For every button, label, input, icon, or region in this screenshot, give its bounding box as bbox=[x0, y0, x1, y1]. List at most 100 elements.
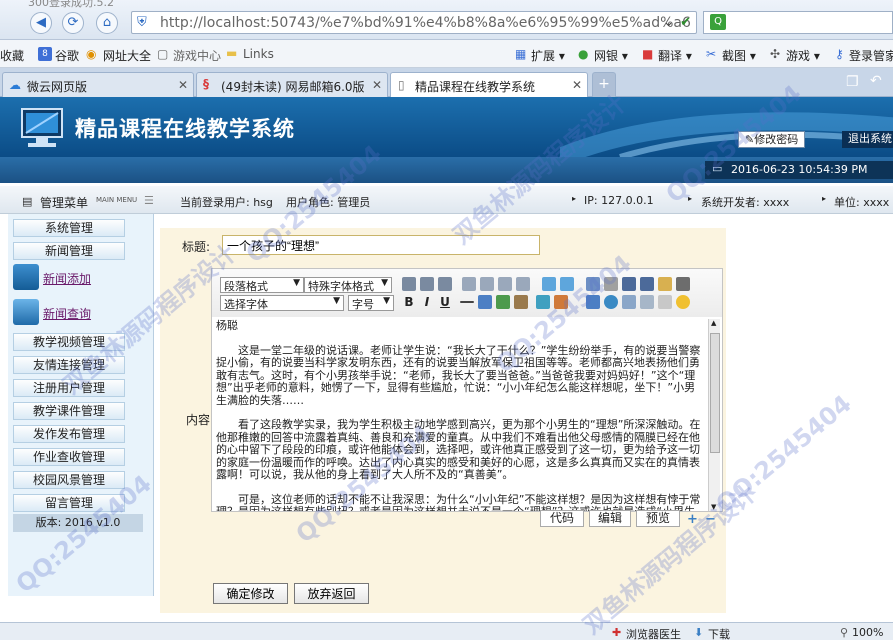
font-select[interactable]: 选择字体 ▼ bbox=[220, 295, 344, 311]
bullet-list-icon[interactable] bbox=[480, 277, 494, 291]
collapse-icon[interactable]: − bbox=[705, 512, 716, 527]
sidebar-item-system[interactable]: 系统管理 bbox=[13, 219, 125, 237]
sidebar-item-scenery[interactable]: 校园风景管理 bbox=[13, 471, 125, 489]
special-char-icon[interactable] bbox=[586, 295, 600, 309]
sidebar-item-links[interactable]: 友情连接管理 bbox=[13, 356, 125, 374]
favorites-item[interactable]: ◉ 网址大全 bbox=[86, 47, 151, 64]
link-icon[interactable] bbox=[478, 295, 492, 309]
editor-content[interactable]: 杨聪 这是一堂二年级的说话课。老师让学生说：“我长大了干什么？”学生纷纷举手，有… bbox=[212, 319, 706, 511]
scissors-icon: ✂ bbox=[706, 47, 717, 61]
emoticon-icon[interactable] bbox=[676, 295, 690, 309]
extensions-menu[interactable]: ▦ 扩展 ▾ bbox=[515, 47, 565, 64]
special-format-select[interactable]: 特殊字体格式 ▼ bbox=[304, 277, 392, 293]
title-input[interactable] bbox=[222, 235, 540, 255]
translate-menu[interactable]: ■ 翻译 ▾ bbox=[642, 47, 692, 64]
sidebar-item-messages[interactable]: 留言管理 bbox=[13, 494, 125, 512]
table-icon[interactable] bbox=[554, 295, 568, 309]
template-icon[interactable] bbox=[622, 295, 636, 309]
bank-menu[interactable]: ● 网银 ▾ bbox=[578, 47, 628, 64]
align-right-icon[interactable] bbox=[438, 277, 452, 291]
menu-sublabel: MAIN MENU bbox=[96, 196, 138, 204]
address-bar[interactable]: ⛨ http://localhost:50743/%e7%bd%91%e4%b8… bbox=[131, 11, 697, 34]
paragraph-format-select[interactable]: 段落格式 ▼ bbox=[220, 277, 304, 293]
italic-icon[interactable]: I bbox=[420, 295, 434, 309]
code-mode-button[interactable]: 代码 bbox=[540, 510, 584, 527]
change-password-button[interactable]: ✎修改密码 bbox=[738, 131, 806, 148]
edit-mode-button[interactable]: 编辑 bbox=[589, 510, 631, 527]
date-icon[interactable] bbox=[640, 295, 654, 309]
numbered-list-icon[interactable] bbox=[462, 277, 476, 291]
bold-icon[interactable]: B bbox=[402, 295, 416, 309]
align-center-icon[interactable] bbox=[420, 277, 434, 291]
login-manager[interactable]: ⚷ 登录管家 bbox=[835, 47, 893, 64]
paste-icon[interactable] bbox=[658, 277, 672, 291]
tab-course-system[interactable]: ▯ 精品课程在线教学系统 ✕ bbox=[390, 72, 588, 97]
sidebar-item-homework[interactable]: 作业查收管理 bbox=[13, 448, 125, 466]
indent-icon[interactable] bbox=[498, 277, 512, 291]
close-tab-icon[interactable]: ✕ bbox=[178, 78, 188, 92]
sidebar-item-users[interactable]: 注册用户管理 bbox=[13, 379, 125, 397]
sidebar-item-assignments[interactable]: 发作发布管理 bbox=[13, 425, 125, 443]
restore-icon[interactable]: ❐ bbox=[846, 74, 859, 90]
sidebar: 系统管理 新闻管理 新闻添加 新闻查询 教学视频管理 友情连接管理 注册用户管理… bbox=[8, 214, 154, 596]
info-bar: ▤ 管理菜单 MAIN MENU ☰ 当前登录用户: hsg 用户角色: 管理员… bbox=[0, 186, 893, 214]
sidebar-item-video[interactable]: 教学视频管理 bbox=[13, 333, 125, 351]
copy-icon[interactable] bbox=[640, 277, 654, 291]
arrow-icon: ▸ bbox=[572, 194, 577, 203]
favorites-item[interactable]: ▬ Links bbox=[226, 46, 274, 61]
home-icon[interactable]: ⌂ bbox=[96, 12, 118, 34]
tab-mail[interactable]: § (49封未读) 网易邮箱6.0版 ✕ bbox=[196, 72, 388, 97]
menu-icon: ▤ bbox=[22, 195, 33, 208]
search-input[interactable]: Q bbox=[703, 11, 893, 34]
back-icon[interactable]: ◀ bbox=[30, 12, 52, 34]
preview-mode-button[interactable]: 预览 bbox=[636, 510, 680, 527]
logout-button[interactable]: 退出系统 bbox=[842, 131, 893, 148]
favorites-item[interactable]: 8 谷歌 bbox=[38, 47, 79, 64]
remove-format-icon[interactable] bbox=[586, 277, 600, 291]
font-size-select[interactable]: 字号 ▼ bbox=[348, 295, 394, 311]
sidebar-link-news-query[interactable]: 新闻查询 bbox=[43, 305, 91, 322]
horizontal-rule-icon[interactable] bbox=[460, 301, 474, 303]
new-tab-button[interactable]: + bbox=[592, 72, 616, 97]
page-icon: ▯ bbox=[398, 78, 405, 92]
calendar-icon[interactable] bbox=[658, 295, 672, 309]
refresh-icon[interactable]: ⟳ bbox=[62, 12, 84, 34]
media-icon[interactable] bbox=[514, 295, 528, 309]
align-left-icon[interactable] bbox=[402, 277, 416, 291]
scroll-up-icon[interactable]: ▲ bbox=[711, 319, 716, 327]
editor-scrollbar[interactable]: ▲ ▼ bbox=[708, 319, 720, 511]
sidebar-item-news[interactable]: 新闻管理 bbox=[13, 242, 125, 260]
sidebar-item-courseware[interactable]: 教学课件管理 bbox=[13, 402, 125, 420]
undo-icon[interactable] bbox=[542, 277, 556, 291]
cut-icon[interactable] bbox=[604, 277, 618, 291]
screenshot-menu[interactable]: ✂ 截图 ▾ bbox=[706, 47, 756, 64]
close-tab-icon[interactable]: ✕ bbox=[372, 78, 382, 92]
ip-address: IP: 127.0.0.1 bbox=[584, 194, 654, 207]
print-icon[interactable] bbox=[676, 277, 690, 291]
zoom-level[interactable]: 100% bbox=[852, 626, 883, 639]
dropdown-icon[interactable]: ⌄ bbox=[663, 15, 674, 30]
favorites-item[interactable]: 收藏 bbox=[0, 47, 24, 64]
go-icon[interactable]: ✔ bbox=[680, 15, 691, 30]
search-engine-icon[interactable]: Q bbox=[710, 14, 726, 30]
scroll-down-icon[interactable]: ▼ bbox=[711, 503, 716, 511]
site-title: 精品课程在线教学系统 bbox=[75, 116, 295, 141]
translate-icon: ■ bbox=[642, 47, 654, 61]
sidebar-link-news-add[interactable]: 新闻添加 bbox=[43, 270, 91, 287]
favorites-item[interactable]: ▢ 游戏中心 bbox=[157, 47, 221, 64]
scroll-thumb[interactable] bbox=[710, 333, 720, 453]
underline-icon[interactable]: U bbox=[438, 295, 452, 309]
redo-icon[interactable] bbox=[560, 277, 574, 291]
find-icon[interactable] bbox=[622, 277, 636, 291]
back-button[interactable]: 放弃返回 bbox=[294, 583, 369, 604]
close-tab-icon[interactable]: ✕ bbox=[572, 78, 582, 92]
games-menu[interactable]: ✣ 游戏 ▾ bbox=[770, 47, 820, 64]
confirm-button[interactable]: 确定修改 bbox=[213, 583, 288, 604]
undo-icon[interactable]: ↶ bbox=[870, 73, 882, 89]
outdent-icon[interactable] bbox=[516, 277, 530, 291]
flash-icon[interactable] bbox=[536, 295, 550, 309]
tab-weiyun[interactable]: ☁ 微云网页版 ✕ bbox=[2, 72, 194, 97]
globe-icon[interactable] bbox=[604, 295, 618, 309]
expand-icon[interactable]: + bbox=[687, 512, 698, 527]
image-icon[interactable] bbox=[496, 295, 510, 309]
